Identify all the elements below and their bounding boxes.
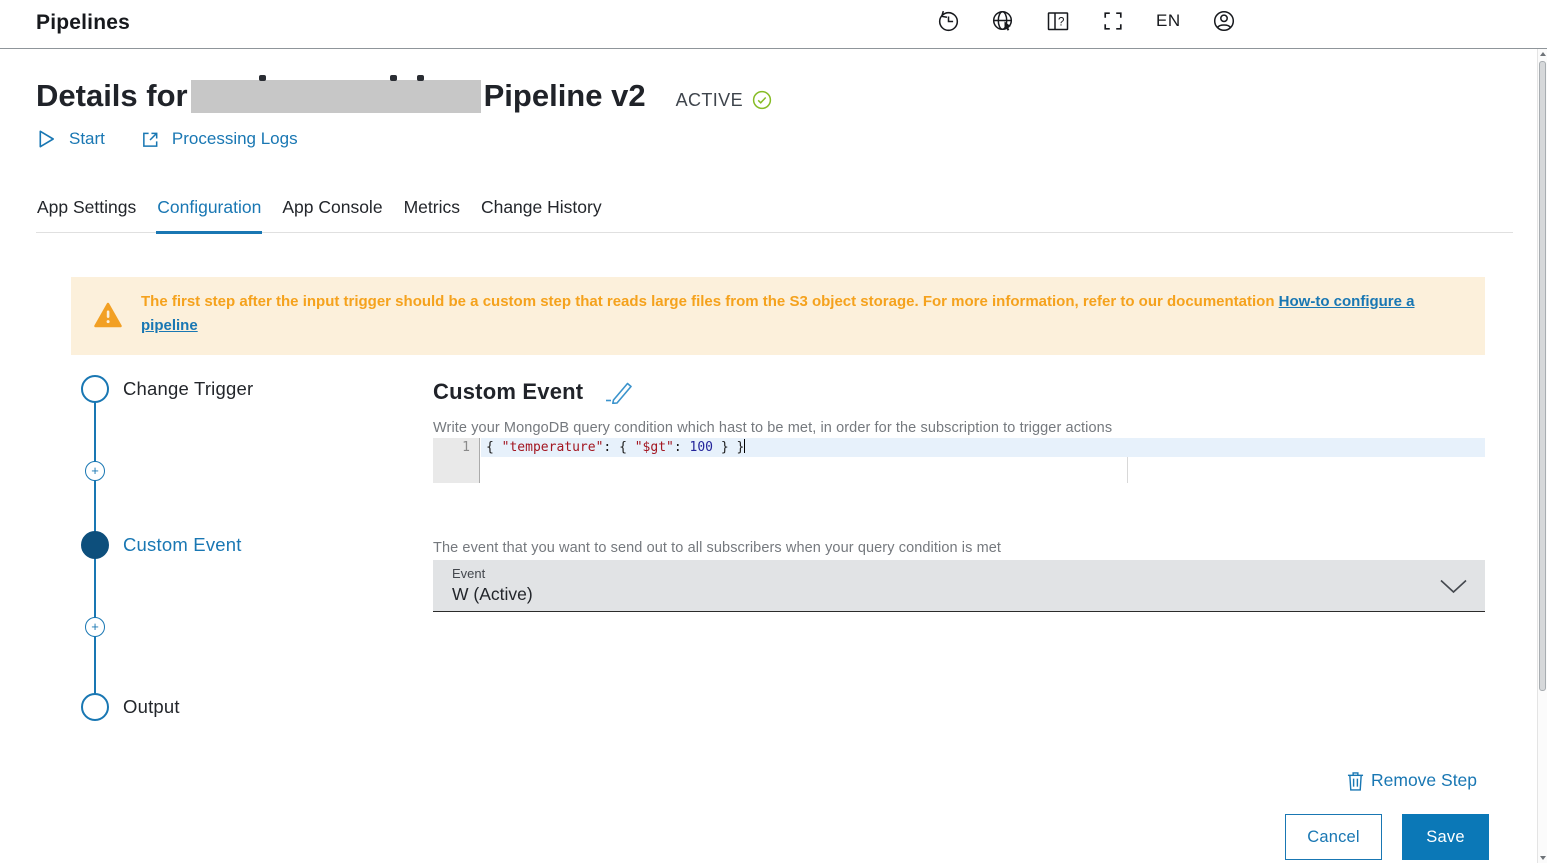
processing-logs-label: Processing Logs (172, 129, 298, 149)
tab-metrics[interactable]: Metrics (403, 197, 461, 234)
help-icon[interactable]: ? (1046, 9, 1070, 33)
check-circle-icon (752, 90, 772, 110)
start-label: Start (69, 129, 105, 149)
scrollbar-up-arrow[interactable] (1540, 52, 1546, 56)
add-step-button-1[interactable]: + (85, 461, 105, 481)
processing-logs-link[interactable]: Processing Logs (141, 129, 298, 149)
panel-title-row: Custom Event (433, 379, 632, 405)
page-title-suffix: Pipeline v2 (484, 78, 646, 114)
status-label: ACTIVE (676, 90, 743, 111)
step-label-output[interactable]: Output (123, 696, 180, 718)
code-token: { (486, 440, 502, 455)
warning-message: The first step after the input trigger s… (141, 290, 1467, 338)
vertical-scrollbar[interactable] (1537, 49, 1547, 863)
step-circle-custom-event[interactable] (81, 531, 109, 559)
add-step-button-2[interactable]: + (85, 617, 105, 637)
tab-configuration[interactable]: Configuration (156, 197, 262, 234)
step-label-custom-event[interactable]: Custom Event (123, 534, 242, 556)
redaction-letter-tip (417, 75, 424, 81)
warning-text: The first step after the input trigger s… (141, 293, 1275, 310)
play-icon (36, 128, 57, 150)
event-hint: The event that you want to send out to a… (433, 540, 1001, 556)
chevron-down-icon (1440, 579, 1467, 594)
code-token: : (603, 440, 619, 455)
action-links: Start Processing Logs (36, 128, 298, 150)
code-token: "$gt" (635, 440, 674, 455)
cancel-button[interactable]: Cancel (1285, 814, 1382, 860)
step-circle-output[interactable] (81, 693, 109, 721)
scrollbar-thumb[interactable] (1539, 61, 1546, 691)
step-label-change-trigger[interactable]: Change Trigger (123, 378, 253, 400)
history-icon[interactable] (936, 9, 960, 33)
warning-icon (94, 302, 122, 328)
code-token: } } (713, 440, 744, 455)
save-button[interactable]: Save (1402, 814, 1489, 860)
event-select-value: W (Active) (452, 584, 533, 605)
code-token: { (619, 440, 635, 455)
line-number: 1 (462, 440, 470, 455)
code-token: : (674, 440, 690, 455)
editor-ruler (1127, 457, 1128, 483)
pencil-icon (605, 381, 632, 404)
fullscreen-icon[interactable] (1101, 9, 1125, 33)
user-icon[interactable] (1212, 9, 1236, 33)
app-title: Pipelines (36, 11, 130, 35)
language-selector[interactable]: EN (1156, 11, 1181, 31)
event-select[interactable]: Event W (Active) (433, 560, 1485, 612)
page-title: Details for Pipeline v2 ACTIVE (36, 74, 772, 118)
page-title-prefix: Details for (36, 78, 188, 114)
svg-text:?: ? (1058, 16, 1064, 28)
query-hint: Write your MongoDB query condition which… (433, 420, 1112, 436)
pipelines-page: Pipelines (0, 0, 1547, 863)
top-bar: Pipelines (0, 0, 1547, 49)
remove-step-button[interactable]: Remove Step (1347, 770, 1477, 791)
scrollbar-down-arrow[interactable] (1540, 856, 1546, 860)
code-line-content: { "temperature": { "$gt": 100 } } (486, 439, 745, 455)
event-select-label: Event (452, 566, 485, 581)
start-button[interactable]: Start (36, 128, 105, 150)
tab-bar: App Settings Configuration App Console M… (36, 197, 1513, 233)
code-token: 100 (690, 440, 713, 455)
editor-gutter: 1 (433, 438, 480, 483)
redacted-pipeline-name (191, 80, 481, 113)
status-badge: ACTIVE (676, 90, 772, 111)
pipeline-stepper: Change Trigger + Custom Event + Output (80, 365, 430, 745)
edit-step-name-button[interactable] (605, 381, 632, 404)
trash-icon (1347, 771, 1364, 791)
top-bar-icons: ? EN (936, 9, 1236, 33)
tab-app-console[interactable]: App Console (281, 197, 383, 234)
external-link-icon (141, 130, 160, 149)
step-circle-change-trigger[interactable] (81, 375, 109, 403)
redaction-letter-tip (390, 75, 397, 81)
mongodb-query-editor[interactable]: 1 { "temperature": { "$gt": 100 } } (433, 438, 1485, 483)
warning-banner: The first step after the input trigger s… (71, 277, 1485, 355)
redaction-letter-tip (259, 75, 266, 81)
tab-app-settings[interactable]: App Settings (36, 197, 137, 234)
tab-change-history[interactable]: Change History (480, 197, 603, 234)
remove-step-label: Remove Step (1371, 770, 1477, 791)
panel-title: Custom Event (433, 379, 583, 405)
globe-icon[interactable] (991, 9, 1015, 33)
code-token: "temperature" (502, 440, 604, 455)
